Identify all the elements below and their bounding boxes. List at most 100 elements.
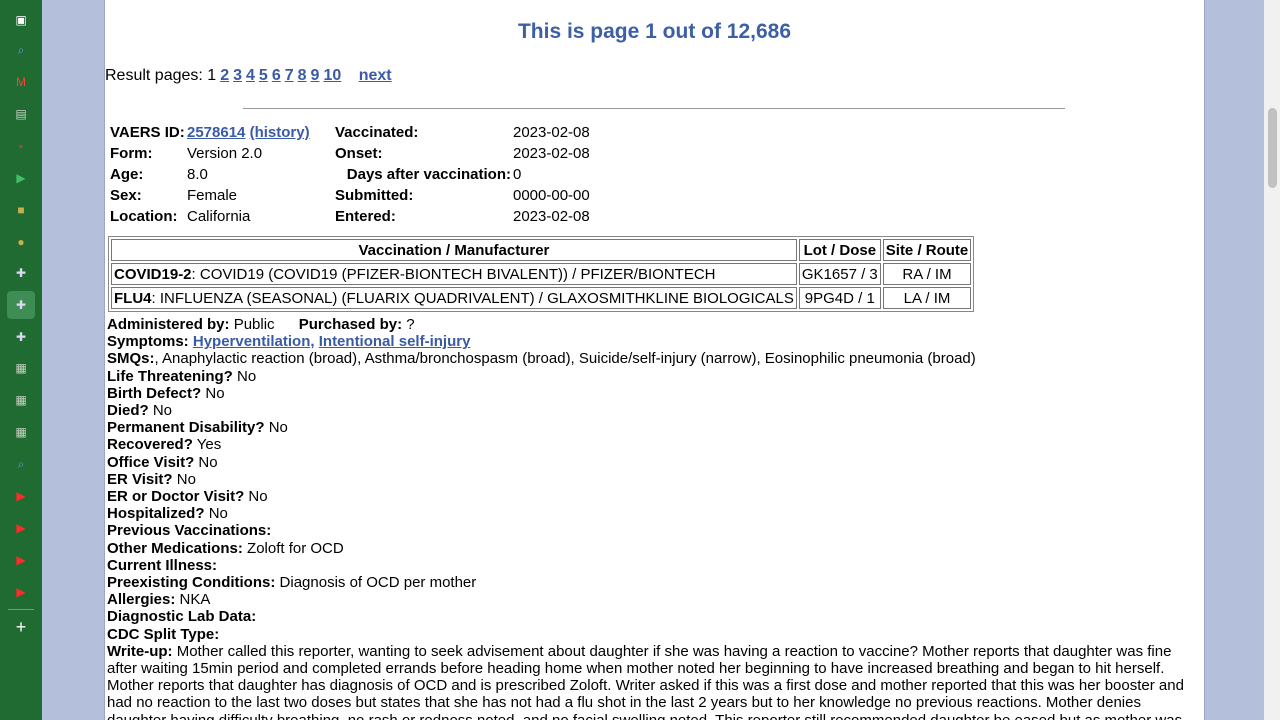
next-page-link[interactable]: next (359, 67, 392, 84)
sidebar-divider (8, 609, 34, 610)
field-label: Previous Vaccinations: (107, 522, 272, 540)
vaccinated-label: Vaccinated: (335, 124, 419, 141)
grid-icon[interactable]: ▦ (11, 390, 31, 410)
report-details: Administered by: Public Purchased by: ? … (107, 316, 1197, 720)
field-label: Other Medications: (107, 539, 243, 557)
page-link-3[interactable]: 3 (233, 67, 242, 84)
age-value: 8.0 (187, 166, 208, 183)
field-value: NKA (179, 591, 211, 609)
youtube-icon[interactable]: ▶ (11, 582, 31, 602)
lot-dose: 9PG4D / 1 (798, 287, 881, 309)
report-summary: VAERS ID: 2578614 (history) Vaccinated: … (109, 122, 591, 227)
grid-icon[interactable]: ▦ (11, 422, 31, 442)
gmail-icon[interactable]: M (11, 72, 31, 92)
symptom-link-hyperventilation[interactable]: Hyperventilation, (193, 333, 315, 350)
field-row: Allergies: NKA (107, 591, 1197, 608)
field-label: CDC Split Type: (107, 625, 220, 643)
field-label: ER Visit? (107, 470, 173, 488)
field-value: No (237, 367, 257, 385)
field-row: Recovered? Yes (107, 436, 1197, 453)
symptom-link-self-injury[interactable]: Intentional self-injury (319, 333, 471, 350)
field-label: ER or Doctor Visit? (107, 488, 245, 506)
site-route: RA / IM (882, 263, 972, 285)
smqs-value: , Anaphylactic reaction (broad), Asthma/… (154, 350, 976, 368)
pagination: Result pages: 1 2 3 4 5 6 7 8 9 10 next (105, 67, 392, 85)
days-after-label: Days after vaccination: (346, 166, 511, 183)
field-row: Permanent Disability? No (107, 419, 1197, 436)
days-after-value: 0 (513, 166, 522, 183)
field-value: Yes (196, 436, 222, 454)
vaccine-code: COVID19-2 (114, 265, 192, 283)
red-logo-icon[interactable]: ▪ (11, 136, 31, 156)
youtube-icon[interactable]: ▶ (11, 550, 31, 570)
field-label: Recovered? (107, 436, 193, 454)
field-row: Life Threatening? No (107, 368, 1197, 385)
field-label: Office Visit? (107, 453, 195, 471)
page-link-4[interactable]: 4 (246, 67, 255, 84)
gold-square-icon[interactable]: ■ (11, 200, 31, 220)
vaccine-description: : INFLUENZA (SEASONAL) (FLUARIX QUADRIVA… (151, 289, 794, 307)
history-link[interactable]: (history) (250, 124, 310, 141)
field-value: No (205, 384, 225, 402)
page-link-7[interactable]: 7 (285, 67, 294, 84)
search-icon[interactable]: ⌕ (11, 40, 31, 60)
flag-icon[interactable]: ✚ (7, 291, 35, 319)
field-value: Diagnosis of OCD per mother (279, 574, 477, 592)
page-link-9[interactable]: 9 (311, 67, 320, 84)
table-row: COVID19-2: COVID19 (COVID19 (PFIZER-BION… (111, 263, 972, 285)
symptoms-row: Symptoms: Hyperventilation, Intentional … (107, 333, 1197, 350)
browser-sidebar: ▣ ⌕ M ▤ ▪ ▶ ■ ● ✚ ✚ ✚ ▦ ▦ ▦ ⌕ ▶ ▶ ▶ ▶ + (0, 0, 42, 720)
sidebar-toggle-icon[interactable]: ▣ (11, 10, 31, 30)
site-route: LA / IM (882, 287, 972, 309)
field-value: No (198, 453, 218, 471)
grid-icon[interactable]: ▦ (11, 358, 31, 378)
page-link-10[interactable]: 10 (323, 67, 341, 84)
page-link-6[interactable]: 6 (272, 67, 281, 84)
field-label: Current Illness: (107, 556, 218, 574)
flag-icon[interactable]: ✚ (11, 327, 31, 347)
field-row: Hospitalized? No (107, 505, 1197, 522)
field-label: Birth Defect? (107, 384, 202, 402)
youtube-icon[interactable]: ▶ (11, 486, 31, 506)
page-link-8[interactable]: 8 (298, 67, 307, 84)
writeup-label: Write-up: (107, 642, 173, 660)
field-label: Preexisting Conditions: (107, 574, 276, 592)
flag-icon[interactable]: ✚ (11, 263, 31, 283)
administered-value: Public (233, 316, 275, 333)
gold-circle-icon[interactable]: ● (11, 232, 31, 252)
divider (243, 108, 1065, 109)
page-link-5[interactable]: 5 (259, 67, 268, 84)
column-header-site: Site / Route (882, 239, 972, 261)
report-page: This is page 1 out of 12,686 Result page… (104, 0, 1205, 720)
field-value: No (268, 419, 288, 437)
scrollbar[interactable] (1264, 0, 1280, 720)
vaccine-code: FLU4 (114, 289, 152, 307)
entered-label: Entered: (335, 208, 396, 225)
page-link-2[interactable]: 2 (220, 67, 229, 84)
field-value: Zoloft for OCD (247, 539, 344, 557)
location-label: Location: (110, 208, 178, 225)
add-icon[interactable]: + (11, 617, 31, 637)
play-icon[interactable]: ▶ (11, 168, 31, 188)
vaers-id-link[interactable]: 2578614 (187, 124, 245, 141)
vaers-id-label: VAERS ID: (110, 124, 185, 141)
sheets-icon[interactable]: ▤ (11, 104, 31, 124)
field-label: Died? (107, 402, 149, 420)
column-header-lot: Lot / Dose (798, 239, 881, 261)
search-icon[interactable]: ⌕ (11, 454, 31, 474)
vaccinated-value: 2023-02-08 (513, 124, 590, 141)
field-row: Previous Vaccinations: (107, 522, 1197, 539)
field-label: Hospitalized? (107, 505, 205, 523)
youtube-icon[interactable]: ▶ (11, 518, 31, 538)
writeup-text: Mother called this reporter, wanting to … (107, 642, 1184, 720)
scrollbar-thumb[interactable] (1268, 108, 1277, 188)
table-row: FLU4: INFLUENZA (SEASONAL) (FLUARIX QUAD… (111, 287, 972, 309)
field-row: ER or Doctor Visit? No (107, 488, 1197, 505)
field-value: No (208, 505, 228, 523)
field-label: Permanent Disability? (107, 419, 265, 437)
location-value: California (187, 208, 251, 225)
administered-row: Administered by: Public Purchased by: ? (107, 316, 1197, 333)
submitted-label: Submitted: (335, 187, 414, 204)
onset-label: Onset: (335, 145, 383, 162)
field-row: Died? No (107, 402, 1197, 419)
